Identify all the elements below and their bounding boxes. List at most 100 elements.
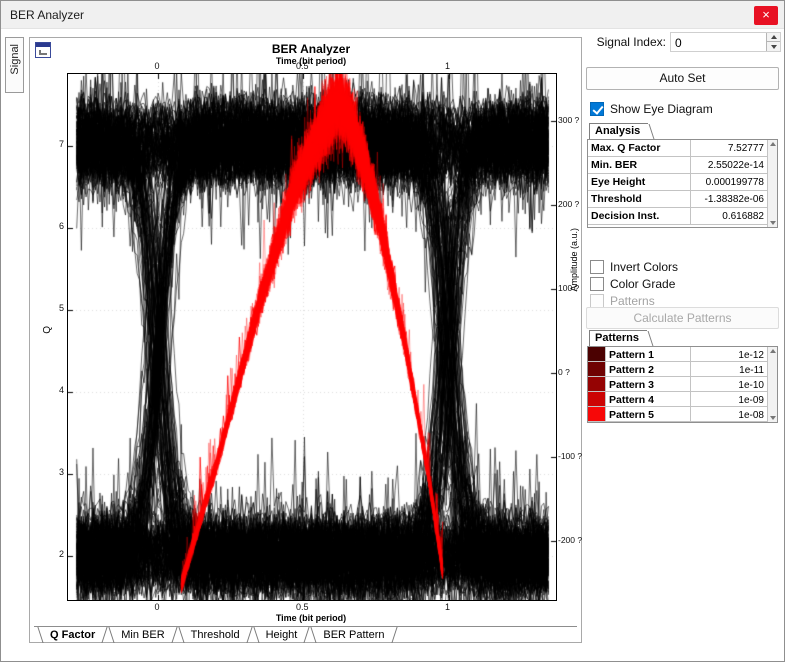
pattern-row[interactable]: Pattern 21e-11 (588, 362, 767, 377)
bottom-axis-label: Time (bit period) (67, 613, 555, 623)
scroll-up-icon (770, 349, 776, 353)
analysis-row-name: Threshold (588, 191, 690, 207)
result-tab-height[interactable]: Height (253, 627, 311, 643)
show-eye-diagram-label: Show Eye Diagram (610, 102, 713, 116)
x-tick-label: 1 (436, 61, 460, 71)
q-tick-label: 2 (48, 549, 64, 559)
up-arrow-icon (771, 35, 777, 39)
calculate-patterns-button[interactable]: Calculate Patterns (586, 307, 779, 329)
scroll-down-icon (770, 416, 776, 420)
pattern-color-swatch (588, 377, 606, 391)
pattern-row[interactable]: Pattern 51e-08 (588, 407, 767, 422)
scroll-down-icon (770, 221, 776, 225)
amplitude-tick-label: 200 ? (558, 199, 586, 209)
patterns-table: Pattern 11e-12Pattern 21e-11Pattern 31e-… (587, 346, 778, 423)
patterns-checkbox-label: Patterns (610, 294, 655, 308)
pattern-row-name: Pattern 1 (606, 347, 690, 361)
export-icon-glyph (39, 50, 47, 55)
signal-index-value: 0 (675, 36, 682, 50)
analysis-row[interactable]: Threshold-1.38382e-06 (588, 191, 767, 208)
amplitude-tick-label: 300 ? (558, 115, 586, 125)
eye-diagram-canvas (67, 73, 557, 601)
pattern-color-swatch (588, 392, 606, 406)
analysis-row-name: Decision Inst. (588, 208, 690, 224)
patterns-scrollbar[interactable] (767, 347, 777, 422)
analysis-row[interactable]: Eye Height0.000199778 (588, 174, 767, 191)
analysis-row[interactable]: Min. BER2.55022e-14 (588, 157, 767, 174)
analysis-row-value: 7.52777 (690, 140, 767, 156)
analysis-row-value: 0.000199778 (690, 174, 767, 190)
pattern-row-value: 1e-11 (690, 362, 767, 376)
patterns-tab-label: Patterns (595, 332, 639, 344)
result-tab-q-factor[interactable]: Q Factor (37, 627, 108, 643)
q-tick-label: 5 (48, 303, 64, 313)
result-tab-min-ber[interactable]: Min BER (108, 627, 177, 643)
auto-set-button[interactable]: Auto Set (586, 67, 779, 90)
tab-signal[interactable]: Signal (5, 37, 24, 93)
x-tick-label: 1 (436, 602, 460, 612)
close-button[interactable]: × (754, 6, 778, 25)
invert-colors-label: Invert Colors (610, 260, 678, 274)
dialog-body: Signal BER Analyzer Time (bit period) 0 0… (1, 29, 784, 661)
analysis-tab-label: Analysis (595, 125, 640, 137)
signal-index-input[interactable]: 0 (670, 32, 781, 52)
signal-index-label: Signal Index: (586, 35, 666, 49)
down-arrow-icon (771, 45, 777, 49)
pattern-color-swatch (588, 347, 606, 361)
pattern-color-swatch (588, 407, 606, 421)
plot-title: BER Analyzer (67, 42, 555, 56)
amplitude-tick-label: -100 ? (558, 451, 586, 461)
show-eye-diagram-checkbox[interactable] (590, 102, 604, 116)
analysis-row-name: Max. Q Factor (588, 140, 690, 156)
analysis-row-name: Eye Height (588, 174, 690, 190)
signal-tab-label: Signal (9, 44, 21, 75)
spin-down-button[interactable] (767, 42, 780, 51)
titlebar[interactable]: BER Analyzer × (1, 1, 784, 29)
pattern-row-name: Pattern 4 (606, 392, 690, 406)
pattern-row[interactable]: Pattern 41e-09 (588, 392, 767, 407)
pattern-color-swatch (588, 362, 606, 376)
result-tab-ber-pattern[interactable]: BER Pattern (310, 627, 397, 643)
analysis-rows: Max. Q Factor7.52777Min. BER2.55022e-14E… (588, 140, 767, 227)
q-tick-label: 3 (48, 467, 64, 477)
pattern-row-name: Pattern 3 (606, 377, 690, 391)
signal-index-spinner (766, 33, 780, 51)
pattern-rows: Pattern 11e-12Pattern 21e-11Pattern 31e-… (588, 347, 767, 422)
right-axis-label: Amplitude (a.u.) (569, 228, 579, 292)
x-tick-label: 0 (145, 602, 169, 612)
close-icon: × (762, 7, 770, 22)
result-tab-threshold[interactable]: Threshold (178, 627, 253, 643)
pattern-row-value: 1e-09 (690, 392, 767, 406)
analysis-row[interactable]: Decision Inst.0.616882 (588, 208, 767, 225)
export-icon-titlebar (36, 43, 50, 47)
analysis-row[interactable]: Max. Q Factor7.52777 (588, 140, 767, 157)
window-title: BER Analyzer (10, 8, 84, 22)
analysis-row-value: 2.55022e-14 (690, 157, 767, 173)
analysis-row-value: 0.616882 (690, 208, 767, 224)
pattern-row-value: 1e-12 (690, 347, 767, 361)
spin-up-button[interactable] (767, 33, 780, 42)
q-tick-label: 7 (48, 139, 64, 149)
amplitude-tick-label: -200 ? (558, 535, 586, 545)
q-tick-label: 4 (48, 385, 64, 395)
color-grade-checkbox[interactable] (590, 277, 604, 291)
invert-colors-checkbox[interactable] (590, 260, 604, 274)
pattern-row-name: Pattern 2 (606, 362, 690, 376)
pattern-row[interactable]: Pattern 11e-12 (588, 347, 767, 362)
analysis-row-value: -1.38382e-06 (690, 191, 767, 207)
pattern-row[interactable]: Pattern 31e-10 (588, 377, 767, 392)
tab-patterns[interactable]: Patterns (589, 330, 647, 346)
amplitude-tick-label: 0 ? (558, 367, 586, 377)
pattern-row-value: 1e-10 (690, 377, 767, 391)
q-tick-label: 6 (48, 221, 64, 231)
export-chart-icon[interactable] (35, 42, 51, 58)
ber-analyzer-window: BER Analyzer × Signal BER Analyzer Time … (0, 0, 785, 662)
plot-panel: BER Analyzer Time (bit period) 0 0.5 1 7 6 5… (29, 37, 582, 643)
x-tick-label: 0.5 (290, 61, 314, 71)
patterns-checkbox[interactable] (590, 294, 604, 308)
pattern-row-name: Pattern 5 (606, 407, 690, 421)
left-axis-label: Q (42, 326, 53, 334)
analysis-scrollbar[interactable] (767, 140, 777, 227)
scroll-up-icon (770, 142, 776, 146)
tab-analysis[interactable]: Analysis (589, 123, 648, 139)
